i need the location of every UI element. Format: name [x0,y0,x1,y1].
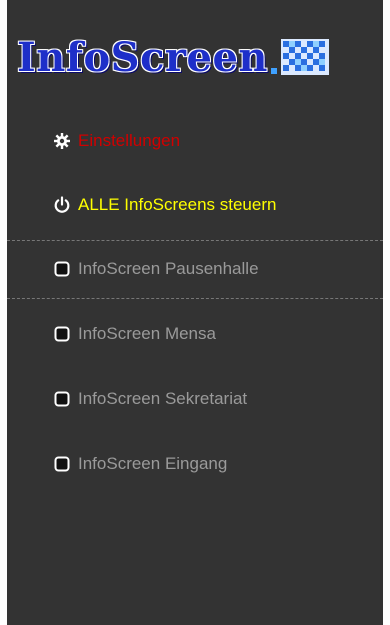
power-icon [53,196,71,214]
screen-icon [53,390,71,408]
menu-item-label: InfoScreen Eingang [78,454,228,473]
divider [7,240,383,241]
gear-icon [53,132,71,150]
logo-dot [270,68,277,74]
menu-item-infoscreen-sekretariat[interactable]: InfoScreen Sekretariat [53,384,247,414]
menu-item-settings[interactable]: Einstellungen [53,126,180,156]
menu-item-label: InfoScreen Mensa [78,324,216,343]
menu-item-infoscreen-eingang[interactable]: InfoScreen Eingang [53,449,227,479]
sidebar-panel: InfoScreen Einstellungen ALLE InfoScreen… [7,0,383,625]
app-logo[interactable]: InfoScreen [17,22,329,78]
divider [7,298,383,299]
menu-item-label: InfoScreen Pausenhalle [78,259,259,278]
menu-item-label: ALLE InfoScreens steuern [78,195,277,214]
menu-item-infoscreen-mensa[interactable]: InfoScreen Mensa [53,319,216,349]
pixel-grid-icon [280,39,329,75]
menu-item-infoscreen-pausenhalle[interactable]: InfoScreen Pausenhalle [53,254,259,284]
screen-icon [53,455,71,473]
screen-icon [53,325,71,343]
logo-text: InfoScreen [17,34,268,81]
menu-item-label: InfoScreen Sekretariat [78,389,248,408]
screen-icon [53,260,71,278]
menu-item-all-infoscreens[interactable]: ALLE InfoScreens steuern [53,190,276,220]
menu-item-label: Einstellungen [78,131,181,150]
